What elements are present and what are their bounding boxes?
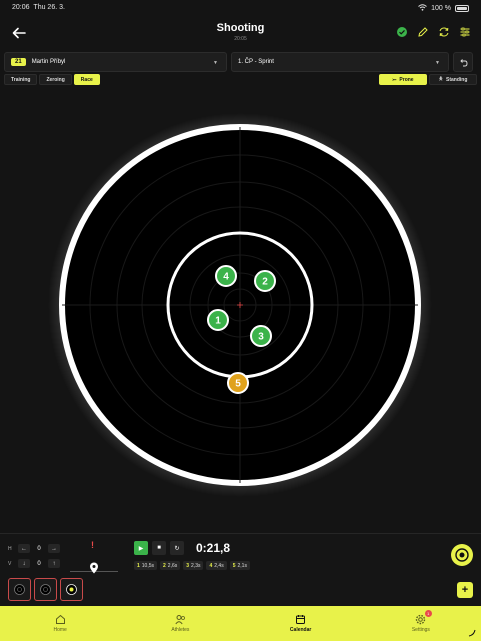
split-item: 1 10,5s xyxy=(134,561,158,570)
mode-row: Training Zeroing Race ⤚ Prone 🯅 Standing xyxy=(4,74,477,86)
status-bar: 20:06 Thu 26. 3. 100 % xyxy=(0,0,481,16)
nav-athletes[interactable]: Athletes xyxy=(120,606,240,641)
selector-row: 21 Martin Příbyl ▼ 1. ČP - Sprint ▼ xyxy=(4,52,477,72)
battery-icon xyxy=(455,5,469,12)
chevron-down-icon: ▼ xyxy=(435,60,440,66)
shot-marker[interactable]: 5 xyxy=(227,372,249,394)
warning-icon: ! xyxy=(91,540,94,550)
athlete-name: Martin Příbyl xyxy=(31,59,66,65)
position-prone-label: Prone xyxy=(399,76,414,83)
calendar-icon xyxy=(296,615,306,624)
check-status-icon[interactable] xyxy=(396,25,408,37)
nav-home[interactable]: Home xyxy=(0,606,120,641)
bullseye-icon xyxy=(455,548,469,562)
settings-badge: 1 xyxy=(424,610,432,617)
race-dropdown[interactable]: 1. ČP - Sprint ▼ xyxy=(231,52,449,72)
v-up-button[interactable]: ↑ xyxy=(48,559,60,568)
wind-slider[interactable]: ! xyxy=(66,540,122,580)
series-selector xyxy=(8,578,83,601)
tab-race[interactable]: Race xyxy=(73,74,100,85)
tab-training[interactable]: Training xyxy=(4,74,38,85)
reset-button[interactable]: ↻ xyxy=(170,541,184,555)
athletes-icon xyxy=(175,615,185,625)
stop-button[interactable]: ■ xyxy=(152,541,166,555)
athlete-bib: 21 xyxy=(11,58,26,66)
shooting-target[interactable]: 1 2 3 4 5 xyxy=(0,90,481,530)
shot-marker[interactable]: 1 xyxy=(207,309,229,331)
gear-icon xyxy=(416,614,426,625)
timer-display: 0:21,8 xyxy=(196,541,231,555)
v-label: V xyxy=(8,560,12,567)
status-time: 20:06 Thu 26. 3. xyxy=(12,4,65,11)
vertical-correction: V ↓ 0 ↑ xyxy=(8,559,60,568)
position-standing-label: Standing xyxy=(446,76,468,83)
nav-home-label: Home xyxy=(53,627,67,633)
nav-settings-label: Settings xyxy=(411,627,430,633)
v-value: 0 xyxy=(37,560,41,567)
home-icon xyxy=(55,614,65,624)
split-times: 1 10,5s 2 2,6s 3 2,3s 4 2,4s 5 2,1s xyxy=(134,561,250,570)
h-left-button[interactable]: ← xyxy=(18,544,30,553)
control-panel: H ← 0 → V ↓ 0 ↑ ! ▶ ■ ↻ 0:21,8 1 10,5s 22… xyxy=(0,533,481,605)
battery-percent: 100 % xyxy=(431,5,451,12)
resize-handle-icon xyxy=(468,629,476,637)
nav-settings[interactable]: 1 Settings xyxy=(361,606,481,641)
standing-icon: 🯅 xyxy=(438,75,443,82)
h-label: H xyxy=(8,545,12,552)
target-focus-button[interactable] xyxy=(451,544,473,566)
h-value: 0 xyxy=(37,545,41,552)
prone-icon: ⤚ xyxy=(392,76,397,83)
mode-tabs: Training Zeroing Race xyxy=(4,74,100,85)
shot-marker[interactable]: 4 xyxy=(215,265,237,287)
split-item: 3 2,3s xyxy=(183,561,204,570)
nav-calendar[interactable]: Calendar xyxy=(241,606,361,641)
nav-calendar-label: Calendar xyxy=(289,627,312,633)
shot-label: 4 xyxy=(223,272,229,283)
h-right-button[interactable]: → xyxy=(48,544,60,553)
mini-target-icon xyxy=(66,584,77,595)
shot-label: 3 xyxy=(258,332,264,343)
nav-athletes-label: Athletes xyxy=(171,627,190,633)
split-item: 2 2,6s xyxy=(160,561,181,570)
play-button[interactable]: ▶ xyxy=(134,541,148,555)
undo-icon xyxy=(459,58,467,66)
edit-pencil-icon[interactable] xyxy=(417,25,429,37)
timer-controls: ▶ ■ ↻ 0:21,8 xyxy=(134,541,230,555)
position-standing[interactable]: 🯅 Standing xyxy=(429,74,477,85)
mini-target-icon xyxy=(14,584,25,595)
undo-button[interactable] xyxy=(453,52,473,72)
add-button[interactable]: + xyxy=(457,582,473,598)
wifi-icon xyxy=(418,4,427,13)
chevron-down-icon: ▼ xyxy=(213,60,218,66)
shot-label: 2 xyxy=(262,277,268,288)
header-actions xyxy=(396,25,471,37)
status-right: 100 % xyxy=(418,4,469,13)
bottom-nav: Home Athletes Calendar 1 Settings xyxy=(0,606,481,641)
race-name: 1. ČP - Sprint xyxy=(238,59,274,65)
filter-sliders-icon[interactable] xyxy=(459,25,471,37)
target-svg[interactable]: 1 2 3 4 5 xyxy=(0,90,481,530)
shot-marker[interactable]: 3 xyxy=(250,325,272,347)
split-item: 5 2,1s xyxy=(229,561,250,570)
position-prone[interactable]: ⤚ Prone xyxy=(379,74,427,85)
sync-icon[interactable] xyxy=(438,25,450,37)
tab-zeroing[interactable]: Zeroing xyxy=(39,74,72,85)
horizontal-correction: H ← 0 → xyxy=(8,544,60,553)
position-toggle: ⤚ Prone 🯅 Standing xyxy=(379,74,477,85)
app-header: Shooting 20:05 xyxy=(0,18,481,48)
mini-target-icon xyxy=(40,584,51,595)
shot-label: 5 xyxy=(235,379,241,390)
series-box[interactable] xyxy=(8,578,31,601)
shot-marker[interactable]: 2 xyxy=(254,270,276,292)
series-box[interactable] xyxy=(34,578,57,601)
v-down-button[interactable]: ↓ xyxy=(18,559,30,568)
split-item: 4 2,4s xyxy=(206,561,227,570)
series-box-current[interactable] xyxy=(60,578,83,601)
athlete-dropdown[interactable]: 21 Martin Příbyl ▼ xyxy=(4,52,227,72)
location-pin-icon[interactable] xyxy=(89,562,99,574)
shot-label: 1 xyxy=(215,316,221,327)
